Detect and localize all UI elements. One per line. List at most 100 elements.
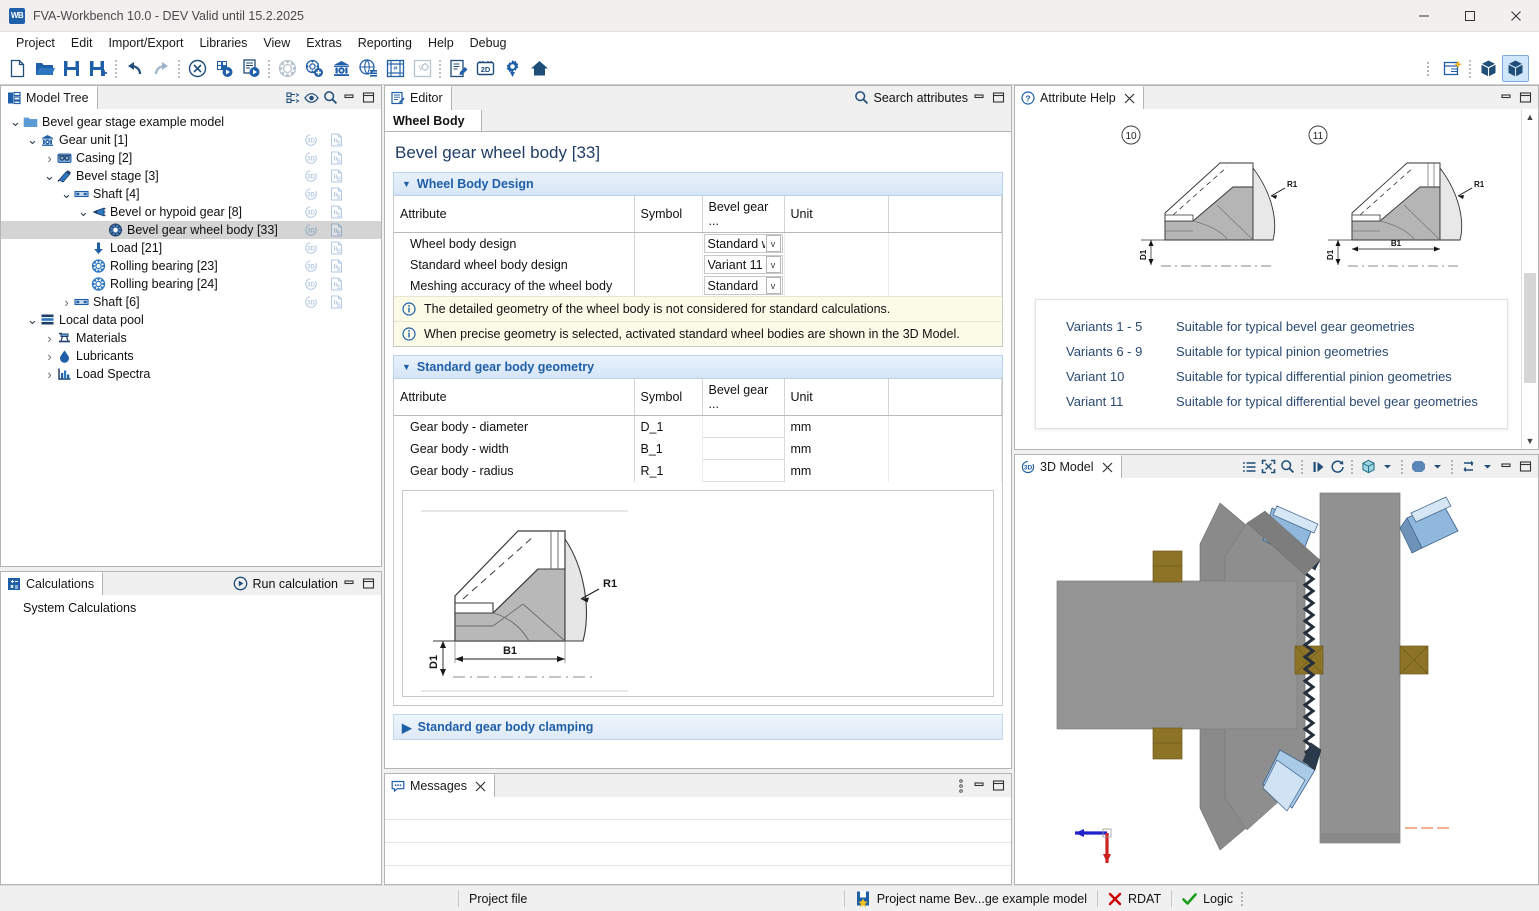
new-document-icon[interactable] <box>4 55 31 82</box>
run-calculation-button[interactable]: Run calculation <box>233 576 338 591</box>
eye-visibility-icon[interactable] <box>304 90 319 105</box>
tab-messages[interactable]: Messages <box>385 774 495 798</box>
minimize-icon[interactable] <box>342 576 357 591</box>
value-input[interactable] <box>702 438 784 460</box>
tab-calculations[interactable]: Calculations <box>1 572 103 596</box>
home-icon[interactable] <box>526 55 553 82</box>
tree-node[interactable]: ⌄Bevel stage [3]3DR <box>1 167 381 185</box>
chevron-down-icon[interactable]: ⌄ <box>60 186 73 202</box>
3d-toggle-icon[interactable]: 3D <box>304 205 318 219</box>
tree-node[interactable]: ⌄Bevel gear stage example model <box>1 113 381 131</box>
minimize-icon[interactable] <box>342 90 357 105</box>
close-icon[interactable] <box>1124 93 1135 104</box>
web-database-icon[interactable] <box>355 55 382 82</box>
sync-view-icon[interactable] <box>1461 459 1476 474</box>
list-icon[interactable] <box>1242 459 1257 474</box>
tree-node[interactable]: Bevel gear wheel body [33]3DR <box>1 221 381 239</box>
minimize-icon[interactable] <box>972 778 987 793</box>
status-badge-rdat[interactable]: RDAT <box>1108 892 1161 906</box>
variation-matrix-icon[interactable]: V <box>409 55 436 82</box>
maximize-icon[interactable] <box>991 90 1006 105</box>
tree-node[interactable]: ⌄Gear unit [1]3DR <box>1 131 381 149</box>
value-input[interactable] <box>702 416 784 438</box>
3d-toggle-icon[interactable]: 3D <box>304 295 318 309</box>
chevron-down-icon[interactable]: ⌄ <box>26 132 39 148</box>
3d-toggle-icon[interactable]: 3D <box>304 169 318 183</box>
cube-outline-icon[interactable] <box>1475 55 1502 82</box>
meshing-accuracy-select[interactable]: Standard v <box>704 276 783 295</box>
report-icon[interactable]: R <box>330 259 343 273</box>
gear-unit-icon[interactable] <box>328 55 355 82</box>
link-selection-icon[interactable] <box>285 90 300 105</box>
section-header-gear-body-geometry[interactable]: ▼ Standard gear body geometry <box>393 355 1003 379</box>
tab-3d-model[interactable]: 3D 3D Model <box>1015 455 1122 479</box>
menu-view[interactable]: View <box>255 34 298 52</box>
menu-project[interactable]: Project <box>8 34 63 52</box>
close-window-button[interactable] <box>1493 0 1539 31</box>
run-variation-icon[interactable] <box>211 55 238 82</box>
maximize-icon[interactable] <box>361 90 376 105</box>
maximize-icon[interactable] <box>991 778 1006 793</box>
close-icon[interactable] <box>1102 462 1113 473</box>
fe-mesh-icon[interactable]: # <box>382 55 409 82</box>
chevron-down-icon[interactable]: ⌄ <box>43 168 56 184</box>
new-window-icon[interactable] <box>1439 55 1466 82</box>
chevron-down-icon[interactable] <box>1480 459 1495 474</box>
value-cell[interactable]: Standard w v <box>702 233 784 255</box>
chevron-right-icon[interactable]: › <box>43 151 56 166</box>
chevron-down-icon[interactable] <box>1430 459 1445 474</box>
menu-edit[interactable]: Edit <box>63 34 101 52</box>
settings-gear-icon[interactable] <box>499 55 526 82</box>
save-as-icon[interactable] <box>85 55 112 82</box>
3d-toggle-icon[interactable]: 3D <box>304 223 318 237</box>
chevron-down-icon[interactable]: ⌄ <box>77 204 90 220</box>
tree-node[interactable]: ›Casing [2]3DR <box>1 149 381 167</box>
report-icon[interactable]: R <box>330 223 343 237</box>
tree-node[interactable]: ⌄Shaft [4]3DR <box>1 185 381 203</box>
menu-help[interactable]: Help <box>420 34 462 52</box>
maximize-window-button[interactable] <box>1447 0 1493 31</box>
2d-view-icon[interactable]: 2D <box>472 55 499 82</box>
tree-node[interactable]: ›Lubricants <box>1 347 381 365</box>
report-icon[interactable]: R <box>330 277 343 291</box>
run-report-icon[interactable] <box>238 55 265 82</box>
report-icon[interactable]: R <box>330 151 343 165</box>
menu-extras[interactable]: Extras <box>298 34 349 52</box>
chevron-right-icon[interactable]: › <box>43 349 56 364</box>
minimize-window-button[interactable] <box>1401 0 1447 31</box>
menu-import-export[interactable]: Import/Export <box>100 34 191 52</box>
status-badge-logic[interactable]: Logic <box>1182 892 1233 906</box>
minimize-icon[interactable] <box>972 90 987 105</box>
model-3d-viewport[interactable] <box>1015 478 1538 884</box>
maximize-icon[interactable] <box>1518 90 1533 105</box>
3d-toggle-icon[interactable]: 3D <box>304 187 318 201</box>
minimize-icon[interactable] <box>1499 90 1514 105</box>
chevron-down-icon[interactable]: v <box>766 235 781 252</box>
tree-node[interactable]: ›Load Spectra <box>1 365 381 383</box>
report-icon[interactable]: R <box>330 205 343 219</box>
chevron-right-icon[interactable]: › <box>43 367 56 382</box>
menu-reporting[interactable]: Reporting <box>350 34 420 52</box>
shading-icon[interactable] <box>1411 459 1426 474</box>
scroll-down-arrow-icon[interactable]: ▼ <box>1522 433 1538 449</box>
undo-icon[interactable] <box>121 55 148 82</box>
close-icon[interactable] <box>475 781 486 792</box>
menu-libraries[interactable]: Libraries <box>191 34 255 52</box>
value-cell[interactable]: Variant 11 v <box>702 254 784 275</box>
tab-model-tree[interactable]: Model Tree <box>1 86 98 110</box>
tree-node[interactable]: ⌄Local data pool <box>1 311 381 329</box>
tab-attribute-help[interactable]: ? Attribute Help <box>1015 86 1144 110</box>
search-icon[interactable] <box>323 90 338 105</box>
minimize-icon[interactable] <box>1499 459 1514 474</box>
wheel-body-design-select[interactable]: Standard w v <box>704 234 783 253</box>
tree-node[interactable]: Rolling bearing [24]3DR <box>1 275 381 293</box>
tree-node[interactable]: ›Materials <box>1 329 381 347</box>
chevron-right-icon[interactable]: › <box>60 295 73 310</box>
chevron-down-icon[interactable]: ⌄ <box>26 312 39 328</box>
3d-toggle-icon[interactable]: 3D <box>304 277 318 291</box>
3d-toggle-icon[interactable]: 3D <box>304 259 318 273</box>
scroll-thumb[interactable] <box>1524 273 1536 383</box>
3d-toggle-icon[interactable]: 3D <box>304 241 318 255</box>
list-item[interactable]: System Calculations <box>23 601 381 615</box>
chevron-down-icon[interactable] <box>1380 459 1395 474</box>
